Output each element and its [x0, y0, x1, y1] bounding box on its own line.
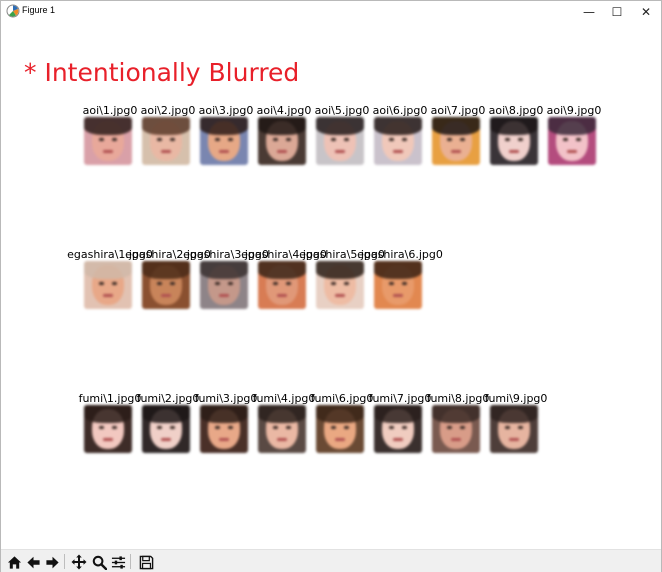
face-image: [200, 405, 248, 453]
minimize-button[interactable]: —: [574, 1, 604, 22]
image-label: fumi\9.jpg0: [484, 392, 548, 405]
configure-subplots-button[interactable]: [109, 553, 127, 571]
face-image: [548, 117, 596, 165]
forward-button[interactable]: [43, 553, 61, 571]
face-image: [258, 261, 306, 309]
pan-icon: [71, 554, 87, 570]
image-label: egashira\6.jpg0: [357, 248, 443, 261]
window-title: Figure 1: [22, 5, 56, 15]
face-image: [316, 405, 364, 453]
navigation-toolbar: [1, 549, 661, 572]
matplotlib-app-icon: [6, 4, 20, 18]
face-image: [142, 261, 190, 309]
face-image: [490, 117, 538, 165]
face-image: [316, 117, 364, 165]
image-label: aoi\9.jpg0: [546, 104, 602, 117]
face-image: [200, 117, 248, 165]
toolbar-separator: [64, 554, 65, 569]
face-image: [374, 117, 422, 165]
close-button[interactable]: ✕: [631, 1, 661, 22]
face-image: [142, 117, 190, 165]
face-image: [490, 405, 538, 453]
face-image: [432, 117, 480, 165]
back-icon: [26, 556, 40, 568]
home-button[interactable]: [5, 553, 23, 571]
save-icon: [139, 555, 153, 569]
toolbar-separator: [130, 554, 131, 569]
maximize-button[interactable]: ☐: [602, 1, 632, 22]
home-icon: [7, 555, 21, 569]
blur-notice: * Intentionally Blurred: [24, 58, 300, 87]
pan-button[interactable]: [70, 553, 88, 571]
face-image: [374, 261, 422, 309]
forward-icon: [45, 556, 59, 568]
close-icon: ✕: [640, 4, 652, 19]
zoom-icon: [92, 555, 107, 570]
face-image: [316, 261, 364, 309]
face-image: [258, 405, 306, 453]
face-image: [84, 261, 132, 309]
face-image: [84, 117, 132, 165]
configure-subplots-icon: [111, 555, 125, 569]
zoom-button[interactable]: [90, 553, 108, 571]
back-button[interactable]: [24, 553, 42, 571]
figure-window: Figure 1 — ☐ ✕ * Intentionally Blurred a…: [0, 0, 662, 572]
maximize-icon: ☐: [611, 4, 623, 19]
face-image: [200, 261, 248, 309]
minimize-icon: —: [583, 4, 595, 19]
figure-canvas[interactable]: * Intentionally Blurred aoi\1.jpg0 aoi\2…: [1, 22, 661, 549]
face-image: [142, 405, 190, 453]
title-bar[interactable]: Figure 1 — ☐ ✕: [1, 1, 661, 22]
face-image: [84, 405, 132, 453]
face-image: [374, 405, 422, 453]
save-button[interactable]: [137, 553, 155, 571]
face-image: [258, 117, 306, 165]
face-image: [432, 405, 480, 453]
